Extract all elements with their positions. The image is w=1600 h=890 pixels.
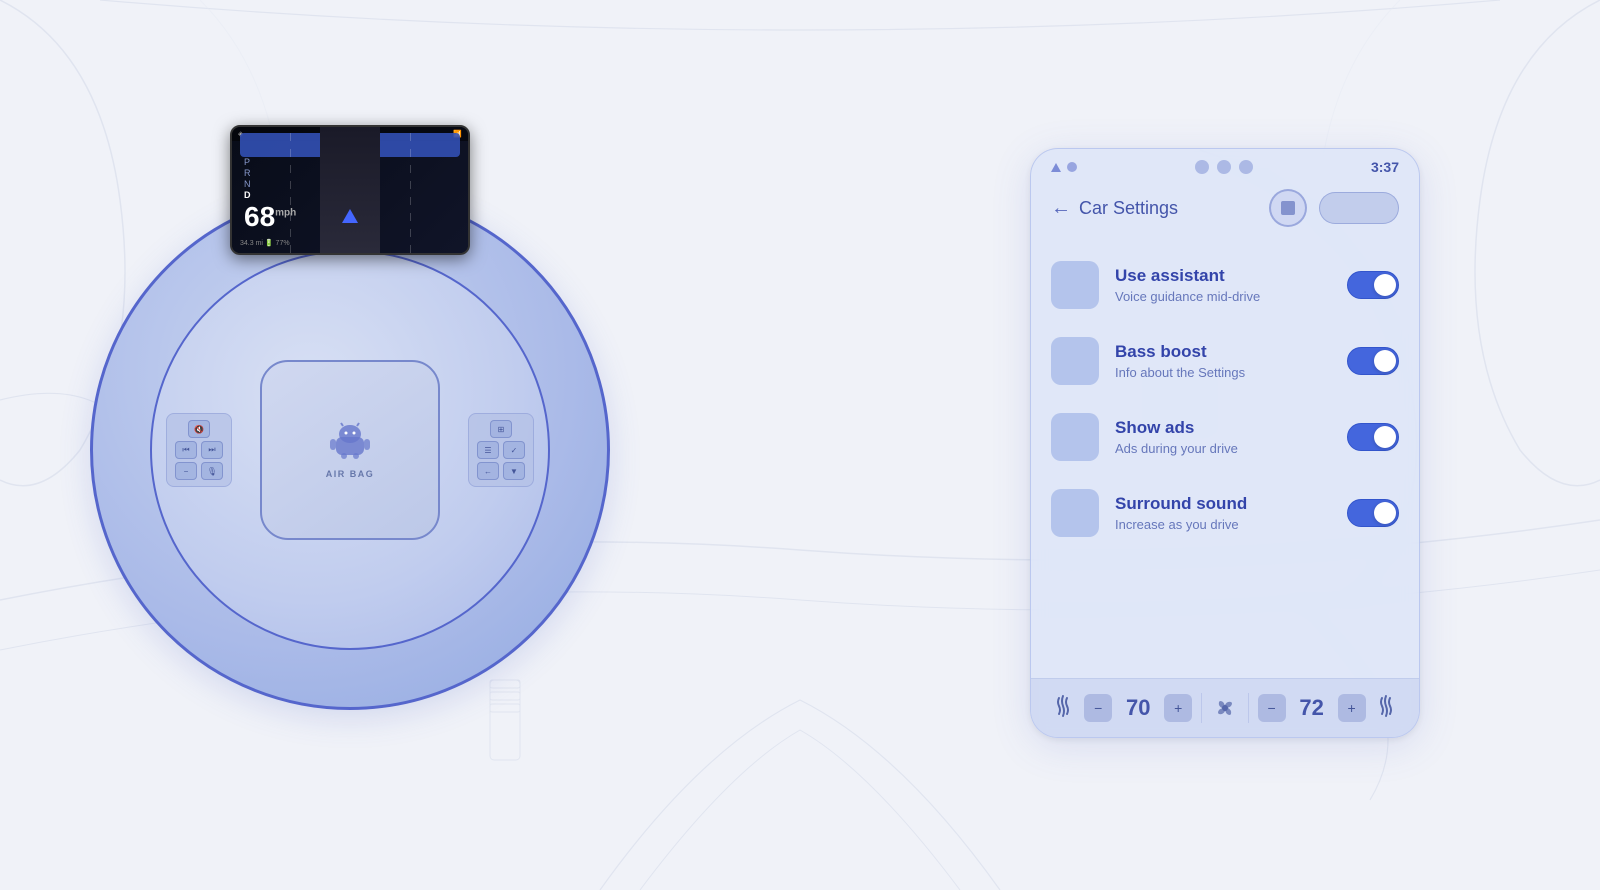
climate-divider-1 <box>1201 693 1202 723</box>
indicator-1 <box>1195 160 1209 174</box>
toggle-knob <box>1374 274 1396 296</box>
settings-item-use-assistant: Use assistant Voice guidance mid-drive <box>1031 247 1419 323</box>
airbag-label: AIR BAG <box>326 469 375 479</box>
check-btn[interactable]: ✓ <box>503 441 525 459</box>
next-btn[interactable]: ⏭ <box>201 441 223 459</box>
show-ads-subtitle: Ads during your drive <box>1115 441 1331 456</box>
right-temp-display: 72 <box>1294 695 1330 721</box>
right-controls: ⊞ ☰ ✓ ← ▼ <box>468 413 534 487</box>
bass-boost-subtitle: Info about the Settings <box>1115 365 1331 380</box>
stop-icon <box>1281 201 1295 215</box>
map-lane-right <box>410 127 411 253</box>
app-btn[interactable]: ⊞ <box>490 420 512 438</box>
right-seat-heat-icon <box>1374 694 1398 722</box>
toggle-knob <box>1374 350 1396 372</box>
steering-outer-ring: ◈ 📶 rock · 7°F Main St P R N D <box>90 190 610 710</box>
action-button[interactable] <box>1319 192 1399 224</box>
right-climate-zone: − 72 + <box>1258 694 1366 722</box>
list-btn[interactable]: ☰ <box>477 441 499 459</box>
settings-panel: 3:37 ← Car Settings Use assistant Voice … <box>1030 148 1420 738</box>
left-btn[interactable]: ← <box>477 462 499 480</box>
bass-boost-toggle[interactable] <box>1347 347 1399 375</box>
right-temp-increase[interactable]: + <box>1338 694 1366 722</box>
phone-gear: P R N D <box>244 157 251 200</box>
bass-boost-title: Bass boost <box>1115 342 1331 362</box>
steering-center-hub: AIR BAG <box>260 360 440 540</box>
map-lane-left <box>290 127 291 253</box>
indicator-2 <box>1217 160 1231 174</box>
settings-item-surround-sound: Surround sound Increase as you drive <box>1031 475 1419 551</box>
android-logo <box>328 421 372 459</box>
down-btn[interactable]: ▼ <box>503 462 525 480</box>
mute-btn[interactable]: 🔇 <box>188 420 210 438</box>
phone-speed: 68mph <box>244 201 296 233</box>
wifi-icon <box>1067 162 1077 172</box>
toggle-knob <box>1374 502 1396 524</box>
show-ads-toggle[interactable] <box>1347 423 1399 451</box>
toggle-knob <box>1374 426 1396 448</box>
settings-nav-bar: ← Car Settings <box>1031 181 1419 239</box>
phone-mount: ◈ 📶 rock · 7°F Main St P R N D <box>230 125 470 255</box>
left-climate-zone: − 70 + <box>1084 694 1192 722</box>
left-temp-display: 70 <box>1120 695 1156 721</box>
steering-wheel-section: ◈ 📶 rock · 7°F Main St P R N D <box>60 60 640 840</box>
surround-sound-icon <box>1051 489 1099 537</box>
settings-list: Use assistant Voice guidance mid-drive B… <box>1031 239 1419 678</box>
prev-btn[interactable]: ⏮ <box>175 441 197 459</box>
left-temp-decrease[interactable]: − <box>1084 694 1112 722</box>
status-time: 3:37 <box>1371 159 1399 175</box>
phone-screen: ◈ 📶 rock · 7°F Main St P R N D <box>232 127 468 253</box>
voice-btn[interactable]: 🎙 <box>201 462 223 480</box>
surround-sound-subtitle: Increase as you drive <box>1115 517 1331 532</box>
settings-item-bass-boost: Bass boost Info about the Settings <box>1031 323 1419 399</box>
use-assistant-toggle[interactable] <box>1347 271 1399 299</box>
show-ads-title: Show ads <box>1115 418 1331 438</box>
phone-car-indicator <box>342 209 358 223</box>
climate-control-bar: − 70 + − 72 + <box>1031 678 1419 737</box>
left-temp-increase[interactable]: + <box>1164 694 1192 722</box>
use-assistant-title: Use assistant <box>1115 266 1331 286</box>
phone-device: ◈ 📶 rock · 7°F Main St P R N D <box>230 125 470 255</box>
back-button[interactable]: ← Car Settings <box>1051 197 1178 220</box>
right-temp-decrease[interactable]: − <box>1258 694 1286 722</box>
phone-bottom-bar: 34.3 mi 🔋 77% <box>240 239 460 247</box>
left-controls: 🔇 ⏮ ⏭ − 🎙 <box>166 413 232 487</box>
use-assistant-icon <box>1051 261 1099 309</box>
use-assistant-subtitle: Voice guidance mid-drive <box>1115 289 1331 304</box>
surround-sound-title: Surround sound <box>1115 494 1331 514</box>
nav-title: Car Settings <box>1079 198 1178 219</box>
bass-boost-icon <box>1051 337 1099 385</box>
fan-icon <box>1211 694 1239 722</box>
left-seat-heat-icon <box>1051 694 1075 722</box>
surround-sound-toggle[interactable] <box>1347 499 1399 527</box>
stop-button[interactable] <box>1269 189 1307 227</box>
map-road <box>320 127 380 253</box>
back-arrow-icon: ← <box>1051 197 1071 220</box>
signal-icon <box>1051 163 1061 172</box>
climate-divider-2 <box>1248 693 1249 723</box>
steering-inner-ring: 🔇 ⏮ ⏭ − 🎙 ⊞ <box>150 250 550 650</box>
settings-status-bar: 3:37 <box>1031 149 1419 181</box>
indicator-3 <box>1239 160 1253 174</box>
vol-down-btn[interactable]: − <box>175 462 197 480</box>
settings-item-show-ads: Show ads Ads during your drive <box>1031 399 1419 475</box>
show-ads-icon <box>1051 413 1099 461</box>
